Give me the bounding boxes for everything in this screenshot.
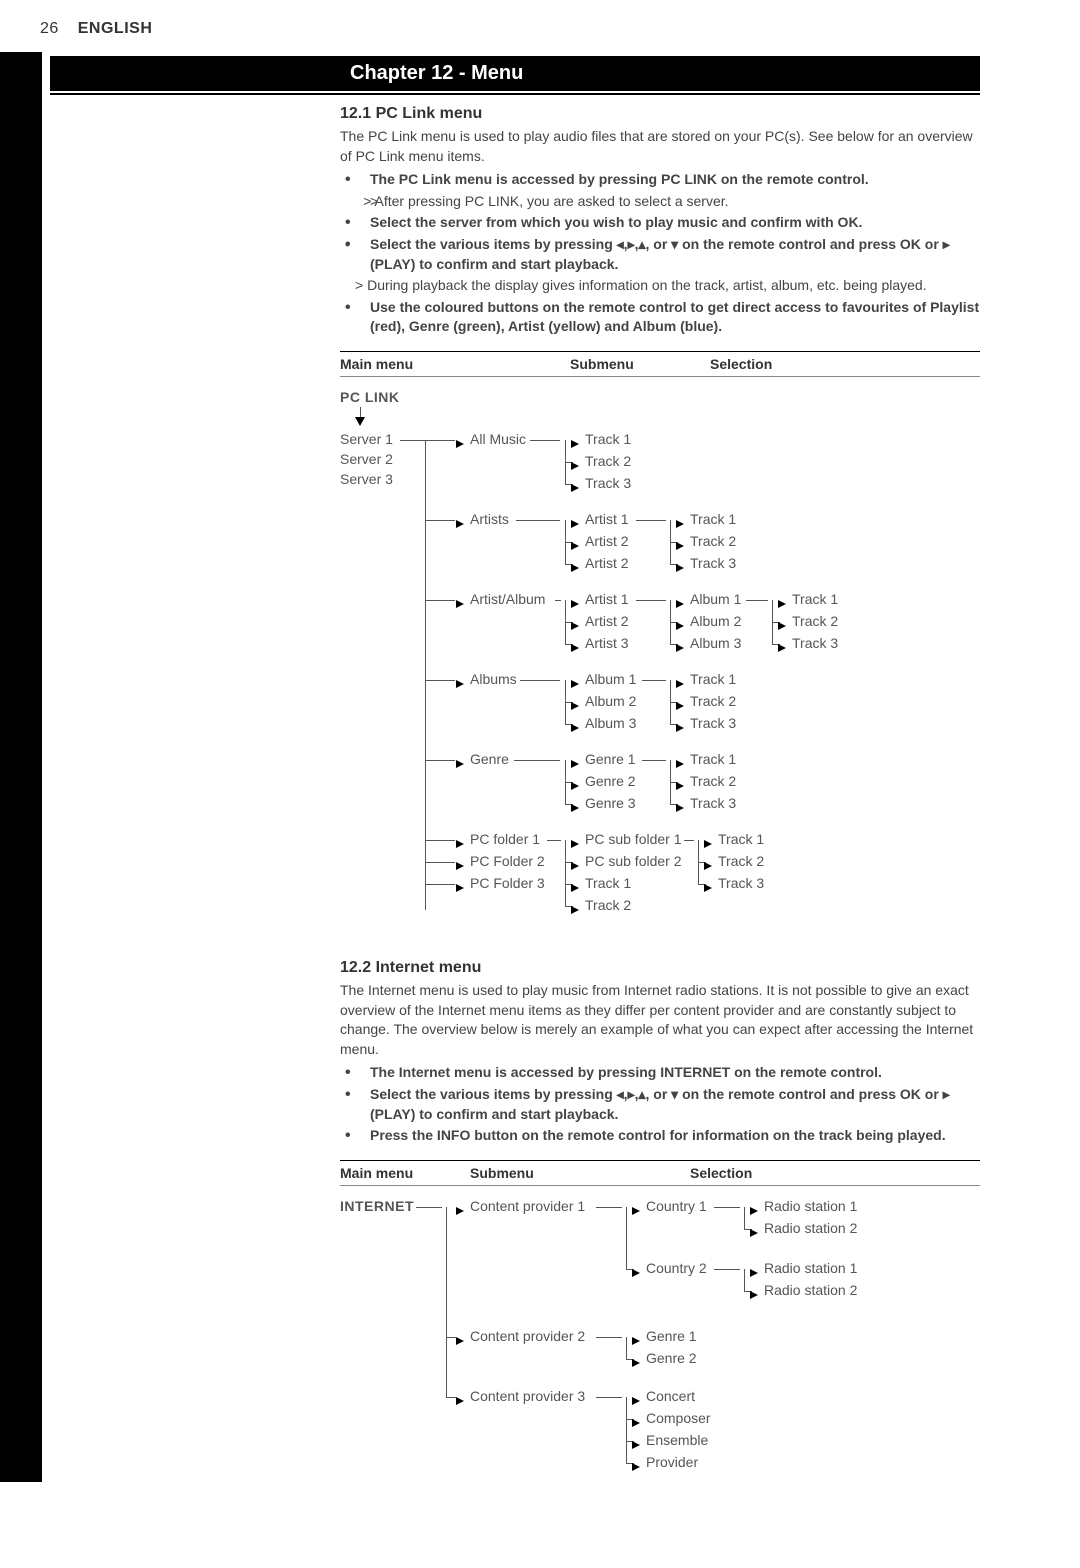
track-item: Track 2 (585, 453, 631, 469)
submenu-all-music: All Music (470, 431, 526, 447)
station-item: Radio station 1 (764, 1260, 857, 1276)
track-item: Track 3 (690, 715, 736, 731)
bullet-text: The Internet menu is accessed by pressin… (370, 1064, 882, 1080)
col-selection: Selection (710, 356, 860, 372)
category-item: Provider (646, 1454, 698, 1470)
track-item: Track 3 (718, 875, 764, 891)
pclink-table-header: Main menu Submenu Selection (340, 351, 980, 377)
section-heading-pclink: 12.1 PC Link menu (340, 105, 980, 123)
track-item: Track 1 (690, 751, 736, 767)
pclink-menu-tree: PC LINK Server 1 Server 2 Server 3 All M… (340, 389, 980, 949)
genre-item: Genre 3 (585, 795, 636, 811)
genre-item: Genre 2 (646, 1350, 697, 1366)
category-item: Concert (646, 1388, 695, 1404)
content-provider-item: Content provider 2 (470, 1328, 585, 1344)
bullet-text-pre: Select the various items by pressing (370, 236, 617, 252)
artist-item: Artist 1 (585, 511, 629, 527)
album-item: Album 2 (690, 613, 741, 629)
bullet-sub: During playback the display gives inform… (367, 277, 927, 293)
pc-subfolder-item: Track 2 (585, 897, 631, 913)
category-item: Ensemble (646, 1432, 708, 1448)
submenu-artists: Artists (470, 511, 509, 527)
artist-item: Artist 1 (585, 591, 629, 607)
album-item: Album 2 (585, 693, 636, 709)
artist-item: Artist 2 (585, 555, 629, 571)
track-item: Track 2 (718, 853, 764, 869)
genre-item: Genre 2 (585, 773, 636, 789)
genre-item: Genre 1 (646, 1328, 697, 1344)
submenu-genre: Genre (470, 751, 509, 767)
internet-menu-tree: INTERNET Content provider 1 Country 1 Ra… (340, 1198, 980, 1528)
col-submenu: Submenu (570, 356, 710, 372)
album-item: Album 1 (585, 671, 636, 687)
album-item: Album 1 (690, 591, 741, 607)
pclink-bullet-list: The PC Link menu is accessed by pressing… (340, 170, 980, 337)
bullet-text: Press the INFO button on the remote cont… (370, 1127, 946, 1143)
col-selection: Selection (690, 1165, 890, 1181)
pc-subfolder-item: PC sub folder 2 (585, 853, 682, 869)
track-item: Track 1 (690, 511, 736, 527)
station-item: Radio station 1 (764, 1198, 857, 1214)
page-language: ENGLISH (78, 20, 153, 37)
content-provider-item: Content provider 1 (470, 1198, 585, 1214)
bullet-text: Select the server from which you wish to… (370, 214, 862, 230)
pc-subfolder-item: Track 1 (585, 875, 631, 891)
submenu-albums: Albums (470, 671, 517, 687)
track-item: Track 3 (690, 795, 736, 811)
pc-folder-item: PC Folder 2 (470, 853, 545, 869)
bullet-text: Use the coloured buttons on the remote c… (370, 299, 979, 335)
content-provider-item: Content provider 3 (470, 1388, 585, 1404)
pclink-root: PC LINK (340, 389, 400, 405)
section-heading-internet: 12.2 Internet menu (340, 959, 980, 977)
track-item: Track 1 (690, 671, 736, 687)
pc-subfolder-item: PC sub folder 1 (585, 831, 682, 847)
submenu-artist-album: Artist/Album (470, 591, 545, 607)
station-item: Radio station 2 (764, 1282, 857, 1298)
chapter-title: Chapter 12 - Menu (350, 62, 970, 85)
col-submenu: Submenu (470, 1165, 690, 1181)
internet-table-header: Main menu Submenu Selection (340, 1160, 980, 1186)
artist-item: Artist 3 (585, 635, 629, 651)
track-item: Track 1 (585, 431, 631, 447)
col-main: Main menu (340, 356, 570, 372)
col-main: Main menu (340, 1165, 470, 1181)
section-intro-internet: The Internet menu is used to play music … (340, 981, 980, 1059)
bullet-text: The PC Link menu is accessed by pressing… (370, 171, 869, 187)
category-item: Composer (646, 1410, 711, 1426)
genre-item: Genre 1 (585, 751, 636, 767)
track-item: Track 1 (792, 591, 838, 607)
track-item: Track 3 (792, 635, 838, 651)
station-item: Radio station 2 (764, 1220, 857, 1236)
server-item: Server 2 (340, 451, 393, 467)
track-item: Track 2 (792, 613, 838, 629)
artist-item: Artist 2 (585, 613, 629, 629)
left-margin-bar (0, 52, 42, 1482)
country-item: Country 1 (646, 1198, 707, 1214)
bullet-sub: After pressing PC LINK, you are asked to… (374, 193, 728, 209)
divider (50, 93, 980, 95)
track-item: Track 3 (690, 555, 736, 571)
album-item: Album 3 (585, 715, 636, 731)
chapter-title-bar: Chapter 12 - Menu (50, 56, 980, 91)
page-header: 26 ENGLISH (40, 20, 1040, 38)
track-item: Track 3 (585, 475, 631, 491)
pc-folder-item: PC Folder 3 (470, 875, 545, 891)
page-number: 26 (40, 20, 59, 37)
album-item: Album 3 (690, 635, 741, 651)
track-item: Track 2 (690, 693, 736, 709)
pc-folder-item: PC folder 1 (470, 831, 540, 847)
country-item: Country 2 (646, 1260, 707, 1276)
server-item: Server 3 (340, 471, 393, 487)
bullet-text-pre: Select the various items by pressing (370, 1086, 617, 1102)
server-item: Server 1 (340, 431, 393, 447)
track-item: Track 2 (690, 533, 736, 549)
track-item: Track 1 (718, 831, 764, 847)
track-item: Track 2 (690, 773, 736, 789)
section-intro-pclink: The PC Link menu is used to play audio f… (340, 127, 980, 166)
internet-bullet-list: The Internet menu is accessed by pressin… (340, 1063, 980, 1145)
artist-item: Artist 2 (585, 533, 629, 549)
internet-root: INTERNET (340, 1198, 414, 1214)
